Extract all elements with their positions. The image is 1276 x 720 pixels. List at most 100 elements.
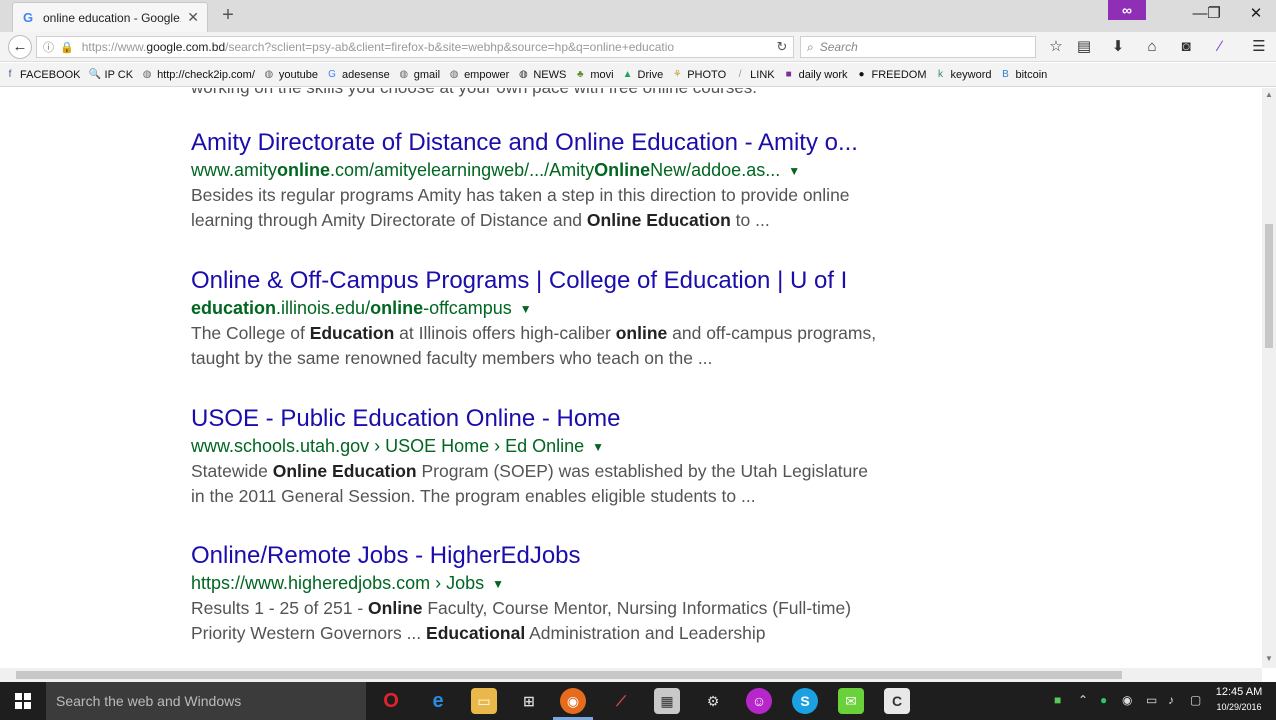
url-segment: .com/amityelearningweb/.../Amity <box>330 160 595 180</box>
search-result: Amity Directorate of Distance and Online… <box>191 128 921 233</box>
bookmark-item[interactable]: ◍ empower <box>448 69 510 81</box>
scroll-up-icon[interactable]: ▲ <box>1262 90 1276 99</box>
tray-notifications-icon[interactable]: ▢ <box>1190 693 1201 707</box>
snippet-segment: Besides its regular programs Amity has t… <box>191 185 850 206</box>
back-button[interactable]: ← <box>8 35 32 59</box>
snippet-segment: Priority Western Governors ... <box>191 623 427 644</box>
result-title-link[interactable]: Amity Directorate of Distance and Online… <box>191 128 921 158</box>
search-bar[interactable]: ⌕ Search <box>800 36 1036 58</box>
new-tab-button[interactable]: + <box>218 5 238 25</box>
search-result: Online/Remote Jobs - HigherEdJobs https:/… <box>191 541 921 646</box>
result-url: www.schools.utah.gov › USOE Home › Ed On… <box>191 434 921 459</box>
bookmark-item[interactable]: ● FREEDOM <box>856 68 926 81</box>
system-clock[interactable]: 12:45 AM 10/29/2016 <box>1212 685 1266 715</box>
address-bar[interactable]: ⓘ 🔒 https://www.google.com.bd/search?scl… <box>36 36 794 58</box>
horizontal-scrollbar[interactable] <box>0 668 1262 682</box>
bookmark-item[interactable]: ◍ NEWS <box>517 69 566 81</box>
vertical-scrollbar[interactable]: ▲ ▼ <box>1262 88 1276 668</box>
tray-green-icon[interactable]: ■ <box>1054 693 1061 707</box>
store-icon[interactable]: ⊞ <box>516 688 542 714</box>
snippet-segment: at Illinois offers high-caliber <box>394 323 616 344</box>
bookmark-item[interactable]: ◍ gmail <box>398 69 440 81</box>
lock-icon: 🔒 <box>60 41 74 54</box>
url-dropdown-icon[interactable]: ▼ <box>492 577 504 591</box>
tray-network-icon[interactable]: ◉ <box>1122 693 1132 707</box>
tab-close-icon[interactable]: ✕ <box>187 9 199 26</box>
bookmark-item[interactable]: 🔍 IP CK <box>89 69 134 81</box>
c-app-icon[interactable]: C <box>884 688 910 714</box>
taskbar-search-box[interactable]: Search the web and Windows <box>46 682 366 720</box>
bookmark-item[interactable]: ■ daily work <box>783 69 848 81</box>
bookmark-icon: ◍ <box>142 68 152 80</box>
clock-time: 12:45 AM <box>1215 686 1263 698</box>
snippet-segment: Results 1 - 25 of 251 - <box>191 598 369 619</box>
result-url: www.amityonline.com/amityelearningweb/..… <box>191 158 921 183</box>
edge-icon[interactable]: e <box>425 688 451 714</box>
tray-battery-icon[interactable]: ▭ <box>1146 693 1157 707</box>
opera-icon[interactable]: O <box>378 688 404 714</box>
pocket-icon[interactable]: ◙ <box>1175 36 1197 58</box>
bookmark-icon: f <box>8 68 12 80</box>
bookmark-item[interactable]: f FACEBOOK <box>4 69 81 81</box>
result-title-link[interactable]: USOE - Public Education Online - Home <box>191 404 921 434</box>
url-dropdown-icon[interactable]: ▼ <box>788 164 800 178</box>
result-title-link[interactable]: Online/Remote Jobs - HigherEdJobs <box>191 541 921 571</box>
skype-icon[interactable]: S <box>792 688 818 714</box>
home-icon[interactable]: ⌂ <box>1141 36 1163 58</box>
restore-button[interactable]: ❐ <box>1202 4 1226 24</box>
scroll-down-icon[interactable]: ▼ <box>1262 654 1276 663</box>
menu-icon[interactable]: ☰ <box>1248 36 1270 58</box>
result-snippet-line: Priority Western Governors ... Education… <box>191 621 921 646</box>
url-dropdown-icon[interactable]: ▼ <box>592 440 604 454</box>
bookmark-item[interactable]: ♣ movi <box>574 69 614 81</box>
app-icon-grey[interactable]: ⚙ <box>700 688 726 714</box>
snippet-segment: in the 2011 General Session. The program… <box>191 486 756 507</box>
snippet-segment: online <box>615 323 668 344</box>
snippet-segment: Online Education <box>586 210 731 231</box>
messenger-icon[interactable]: ☺ <box>746 688 772 714</box>
result-snippet-line: Besides its regular programs Amity has t… <box>191 183 921 208</box>
horizontal-scrollbar-thumb[interactable] <box>16 671 1122 679</box>
green-app-icon[interactable]: ✉ <box>838 688 864 714</box>
app-icon-red[interactable]: ⟋ <box>608 688 634 714</box>
clipboard-icon[interactable]: ▤ <box>1073 36 1095 58</box>
window-close-button[interactable]: ✕ <box>1244 4 1268 24</box>
bookmark-label: LINK <box>750 68 775 81</box>
tray-status-icon[interactable]: ● <box>1100 693 1107 707</box>
url-segment: online <box>277 160 331 180</box>
result-title-link[interactable]: Online & Off-Campus Programs | College o… <box>191 266 921 296</box>
reload-icon[interactable]: ↻ <box>771 39 793 55</box>
firefox-icon[interactable]: ◉ <box>560 688 586 714</box>
bookmark-star-icon[interactable]: ☆ <box>1045 36 1067 58</box>
url-text[interactable]: https://www.google.com.bd/search?sclient… <box>82 40 771 54</box>
search-result: USOE - Public Education Online - Home www… <box>191 404 921 509</box>
tray-volume-icon[interactable]: ♪ <box>1168 693 1174 707</box>
file-explorer-icon[interactable]: ▭ <box>471 688 497 714</box>
browser-tab[interactable]: G online education - Google... ✕ <box>12 2 208 32</box>
download-icon[interactable]: ⬇ <box>1107 36 1129 58</box>
bookmark-icon: ◍ <box>518 68 528 80</box>
snippet-segment: Program (SOEP) was established by the Ut… <box>416 461 868 482</box>
bookmark-item[interactable]: / LINK <box>734 68 775 81</box>
clock-date: 10/29/2016 <box>1216 702 1262 712</box>
bookmark-item[interactable]: ◍ youtube <box>263 69 319 81</box>
url-dropdown-icon[interactable]: ▼ <box>520 302 532 316</box>
bookmark-item[interactable]: k keyword <box>935 69 991 81</box>
bookmark-item[interactable]: ▲ Drive <box>622 69 664 81</box>
search-icon: ⌕ <box>807 39 814 54</box>
snippet-segment: Online Education <box>272 461 417 482</box>
bookmark-icon: ● <box>858 68 865 80</box>
start-button[interactable] <box>0 682 46 720</box>
tray-up-arrow-icon[interactable]: ⌃ <box>1078 693 1088 707</box>
pen-icon[interactable]: ∕ <box>1209 36 1231 58</box>
bookmark-item[interactable]: ◍ http://check2ip.com/ <box>141 69 255 81</box>
result-snippet-line: taught by the same renowned faculty memb… <box>191 346 921 371</box>
scrollbar-thumb[interactable] <box>1265 224 1273 348</box>
bookmark-item[interactable]: ⚘ PHOTO <box>671 69 726 81</box>
bookmark-item[interactable]: Gadesense <box>326 69 390 81</box>
image-app-icon[interactable]: ▦ <box>654 688 680 714</box>
search-result: Online & Off-Campus Programs | College o… <box>191 266 921 371</box>
bookmark-item[interactable]: Bbitcoin <box>999 69 1047 81</box>
site-info-icon[interactable]: ⓘ <box>43 39 54 55</box>
private-browsing-icon: ∞ <box>1108 0 1146 20</box>
